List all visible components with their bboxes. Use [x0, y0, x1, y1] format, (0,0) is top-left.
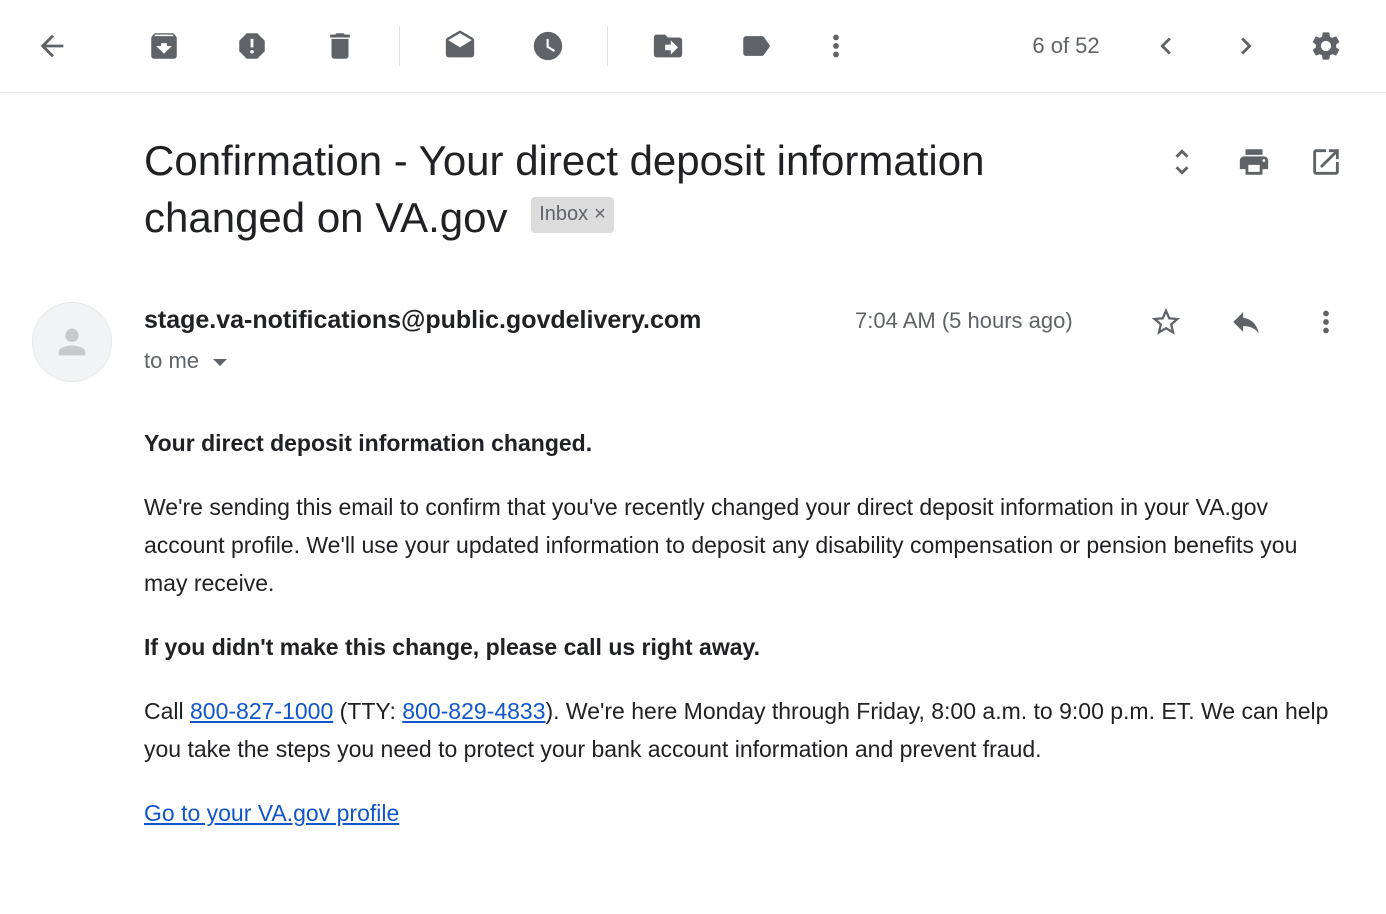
label-icon	[743, 36, 771, 56]
newer-button[interactable]	[1222, 22, 1270, 70]
mark-unread-button[interactable]	[436, 22, 484, 70]
report-spam-button[interactable]	[228, 22, 276, 70]
message-timestamp: 7:04 AM (5 hours ago)	[855, 308, 1073, 333]
label-chip-inbox[interactable]: Inbox ×	[531, 196, 614, 233]
sender-email[interactable]: stage.va-notifications@public.govdeliver…	[144, 306, 701, 335]
call-prefix-text: Call	[144, 698, 191, 724]
move-to-button[interactable]	[644, 22, 692, 70]
arrow-back-icon	[40, 34, 64, 58]
chevron-right-icon	[1241, 37, 1252, 55]
snooze-icon	[533, 31, 563, 61]
label-chip-text: Inbox	[539, 203, 589, 226]
pagination-count: 6 of 52	[1032, 33, 1100, 58]
body-paragraph: We're sending this email to confirm that…	[144, 494, 1298, 596]
body-heading: Your direct deposit information changed.	[144, 430, 593, 456]
profile-link[interactable]: Go to your VA.gov profile	[144, 800, 399, 826]
print-icon	[1239, 149, 1269, 175]
body-contact-paragraph: Call 800-827-1000 (TTY: 800-829-4833). W…	[144, 692, 1344, 768]
recipient-line: to me	[144, 348, 228, 374]
avatar[interactable]	[32, 302, 112, 382]
delete-icon	[330, 33, 350, 59]
reply-icon	[1233, 312, 1259, 334]
phone-link[interactable]: 800-827-1000	[190, 698, 333, 724]
star-outline-icon	[1151, 307, 1181, 335]
open-in-new-icon	[1313, 149, 1339, 175]
toolbar-divider	[399, 26, 400, 66]
report-spam-icon	[239, 33, 265, 59]
star-button[interactable]	[1142, 298, 1190, 346]
more-vert-icon	[1323, 310, 1329, 334]
expand-all-button[interactable]	[1158, 138, 1206, 186]
print-button[interactable]	[1230, 138, 1278, 186]
delete-button[interactable]	[316, 22, 364, 70]
reply-button[interactable]	[1222, 298, 1270, 346]
mark-unread-icon	[445, 30, 475, 58]
chevron-left-icon	[1160, 37, 1171, 55]
tty-prefix-text: (TTY:	[333, 698, 403, 724]
open-new-window-button[interactable]	[1302, 138, 1350, 186]
message-more-button[interactable]	[1302, 298, 1350, 346]
older-button[interactable]	[1142, 22, 1190, 70]
recipient-details-dropdown-icon[interactable]	[213, 358, 228, 366]
unfold-more-icon	[1175, 149, 1189, 175]
tty-phone-link[interactable]: 800-829-4833	[402, 698, 545, 724]
body-warning: If you didn't make this change, please c…	[144, 634, 760, 660]
more-vert-icon	[833, 34, 839, 58]
email-subject: Confirmation - Your direct deposit infor…	[144, 132, 1104, 246]
email-body: Your direct deposit information changed.…	[144, 424, 1344, 858]
remove-label-icon[interactable]: ×	[594, 186, 606, 243]
archive-icon	[151, 33, 177, 59]
recipient-text: to me	[144, 348, 200, 373]
person-icon	[58, 328, 86, 356]
more-actions-button[interactable]	[812, 22, 860, 70]
settings-button[interactable]	[1302, 22, 1350, 70]
move-to-icon	[653, 34, 683, 58]
back-button[interactable]	[28, 22, 76, 70]
snooze-button[interactable]	[524, 22, 572, 70]
archive-button[interactable]	[140, 22, 188, 70]
gear-icon	[1312, 32, 1340, 60]
labels-button[interactable]	[732, 22, 780, 70]
message-toolbar: 6 of 52	[0, 0, 1386, 93]
toolbar-divider	[607, 26, 608, 66]
